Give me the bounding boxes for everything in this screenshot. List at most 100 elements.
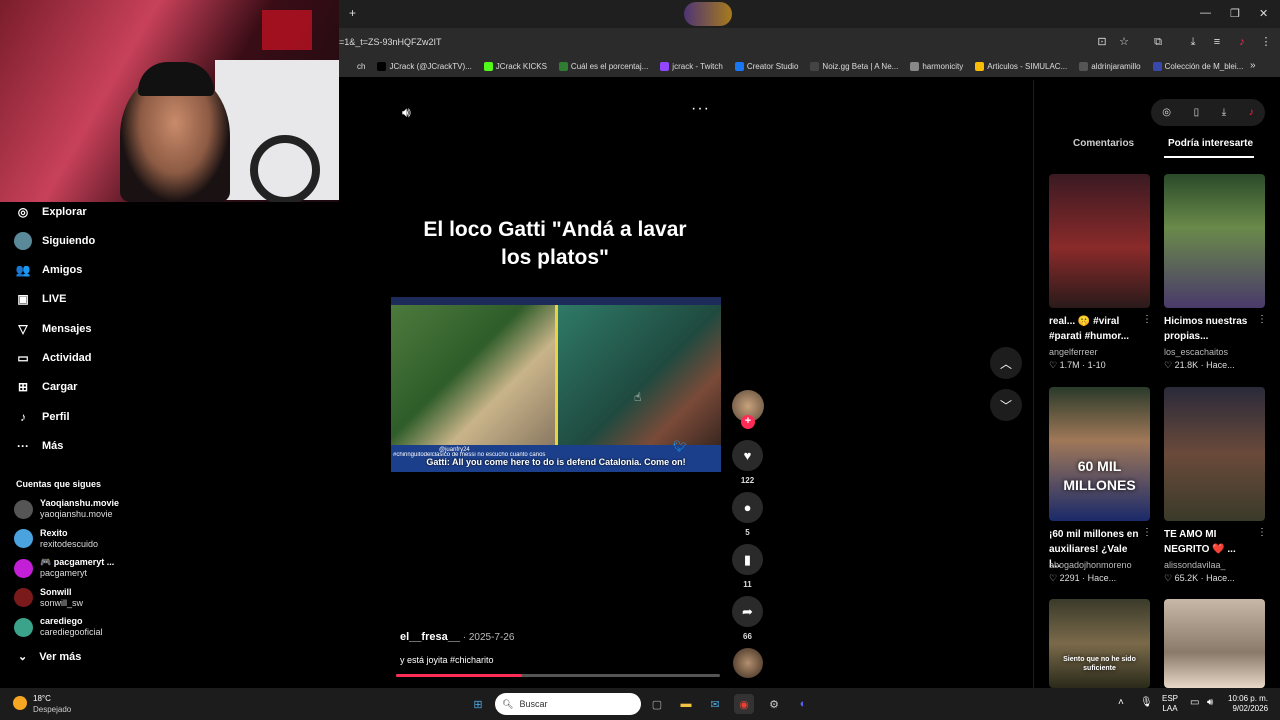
url-text[interactable]: =1&_t=ZS-93nHQFZw2IT — [339, 37, 442, 47]
recommended-title[interactable]: TE AMO MI NEGRITO ❤️ ... — [1164, 527, 1254, 557]
app-icon[interactable]: ⚙ — [764, 694, 784, 714]
recommended-thumbnail[interactable] — [1164, 599, 1265, 688]
tray-chevron-icon[interactable]: ˄ — [1118, 697, 1124, 708]
bookmark-label: jcrack - Twitch — [672, 62, 723, 71]
browser-menu-icon[interactable]: ⋮ — [1258, 34, 1274, 50]
bookmark-item[interactable]: aldrinjaramillo — [1073, 62, 1146, 71]
video-author[interactable]: el__fresa__ · 2025-7-26 — [400, 631, 514, 643]
author-name[interactable]: el__fresa__ — [400, 631, 460, 643]
sidebar-item-perfil[interactable]: ♪ Perfil — [14, 408, 70, 426]
recommended-thumbnail[interactable] — [1164, 174, 1265, 308]
discord-icon[interactable]: ◐ — [793, 694, 813, 714]
new-tab-button[interactable]: + — [349, 6, 356, 20]
microphone-icon[interactable]: 🎙︎ — [1140, 697, 1153, 708]
bookmark-item[interactable]: Noiz.gg Beta | A Ne... — [804, 62, 904, 71]
comment-button[interactable]: ● — [732, 492, 763, 523]
sidebar-item-mensajes[interactable]: ▽ Mensajes — [14, 320, 91, 338]
network-icon[interactable]: ▭ — [1190, 697, 1199, 708]
sidebar-item-actividad[interactable]: ▭ Actividad — [14, 349, 91, 367]
next-video-button[interactable]: ﹀ — [990, 389, 1022, 421]
install-app-icon[interactable]: ⊡ — [1094, 34, 1110, 50]
download-icon[interactable]: ⤓ — [1185, 34, 1201, 50]
recommended-thumbnail[interactable]: Siento que no he sido suficiente — [1049, 599, 1150, 688]
tiktok-icon[interactable]: ♪ — [1249, 107, 1254, 118]
phone-icon[interactable]: ▯ — [1194, 107, 1200, 118]
recommended-thumbnail[interactable] — [1049, 174, 1150, 308]
save-button[interactable]: ▮ — [732, 544, 763, 575]
address-bar[interactable] — [339, 28, 1280, 56]
bookmark-item[interactable]: Creator Studio — [729, 62, 805, 71]
bookmark-item[interactable]: harmonicity — [904, 62, 969, 71]
followed-account[interactable]: Sonwill sonwill_sw — [14, 587, 83, 609]
recommended-title[interactable]: Hicimos nuestras propias... — [1164, 314, 1254, 344]
sidebar-item-cargar[interactable]: ⊞ Cargar — [14, 378, 78, 396]
tab-thumbnail[interactable] — [684, 2, 732, 26]
bookmark-item[interactable]: Articulos - SIMULAC... — [969, 62, 1073, 71]
see-more-button[interactable]: ⌄ Ver más — [18, 650, 82, 664]
recommended-author[interactable]: abogadojhonmoreno — [1049, 560, 1132, 570]
tiktok-extension-icon[interactable]: ♪ — [1234, 34, 1250, 50]
card-more-icon[interactable]: ⋮ — [1142, 314, 1152, 325]
media-control-icon[interactable]: ≡ — [1209, 34, 1225, 50]
bookmarks-overflow-icon[interactable]: » — [1250, 60, 1256, 71]
download-icon[interactable]: ⤓ — [1222, 107, 1226, 118]
recommended-author[interactable]: angelferreer — [1049, 347, 1098, 357]
profile-icon: ♪ — [20, 410, 26, 424]
recommended-title[interactable]: real... 🤫 #viral #parati #humor... — [1049, 314, 1139, 344]
bookmark-item[interactable]: Cuál es el porcentaj... — [553, 62, 654, 71]
recommended-thumbnail[interactable]: 60 MIL MILLONES — [1049, 387, 1150, 521]
followed-account[interactable]: Yaoqianshu.movie yaoqianshu.movie — [14, 498, 119, 520]
heart-icon: ♡ — [1049, 360, 1060, 370]
like-button[interactable]: ♥ — [732, 440, 763, 471]
tab-recommended[interactable]: Podría interesarte — [1168, 138, 1253, 149]
bookmark-item[interactable]: JCrack KICKS — [478, 62, 553, 71]
follow-plus-button[interactable]: + — [741, 415, 755, 429]
close-icon[interactable]: ✕ — [1259, 7, 1268, 20]
sidebar-item-más[interactable]: ··· Más — [14, 437, 63, 455]
sidebar-item-explorar[interactable]: ◎ Explorar — [14, 203, 87, 221]
language-indicator[interactable]: ESP LAA — [1162, 694, 1178, 714]
post-age: Hace... — [1206, 360, 1235, 370]
restore-icon[interactable]: ❐ — [1230, 7, 1240, 20]
followed-account[interactable]: 🎮 pacgameryt ... pacgameryt — [14, 557, 114, 579]
mail-icon[interactable]: ✉ — [705, 694, 725, 714]
sidebar-item-siguiendo[interactable]: ● Siguiendo — [14, 232, 95, 250]
card-more-icon[interactable]: ⋮ — [1142, 527, 1152, 538]
sidebar-item-amigos[interactable]: 👥 Amigos — [14, 261, 83, 279]
sidebar-item-live[interactable]: ▣ LIVE — [14, 290, 66, 308]
weather-icon[interactable] — [13, 696, 27, 710]
music-disc[interactable] — [733, 648, 763, 678]
file-explorer-icon[interactable]: ▬ — [676, 694, 696, 714]
bookmark-star-icon[interactable]: ☆ — [1116, 34, 1132, 50]
bookmark-item[interactable]: ch — [339, 62, 371, 71]
previous-video-button[interactable]: ︿ — [990, 347, 1022, 379]
card-more-icon[interactable]: ⋮ — [1257, 314, 1267, 325]
bookmark-item[interactable]: Colección de M_blei... — [1147, 62, 1250, 71]
bookmark-item[interactable]: JCrack (@JCrackTV)... — [371, 62, 477, 71]
weather-temperature[interactable]: 18°C — [33, 694, 51, 703]
recommended-thumbnail[interactable] — [1164, 387, 1265, 521]
taskbar-search[interactable]: 🔍︎ Buscar — [495, 693, 641, 715]
compass-icon[interactable]: ◎ — [1162, 107, 1171, 118]
sound-icon[interactable]: 🔊︎ — [402, 104, 411, 121]
bookmark-item[interactable]: jcrack - Twitch — [654, 62, 729, 71]
start-icon[interactable]: ⊞ — [468, 694, 488, 714]
minimize-icon[interactable]: — — [1200, 7, 1211, 19]
followed-account[interactable]: carediego carediegooficial — [14, 616, 103, 638]
weather-description[interactable]: Despejado — [33, 705, 71, 714]
task-view-icon[interactable]: ▢ — [647, 694, 667, 714]
video-more-icon[interactable]: ··· — [691, 100, 710, 118]
followed-account[interactable]: Rexito rexitodescuido — [14, 528, 98, 550]
chrome-icon[interactable]: ◉ — [734, 694, 754, 714]
account-handle: pacgameryt — [40, 568, 88, 578]
extensions-icon[interactable]: ⧉ — [1150, 34, 1166, 50]
recommended-author[interactable]: alissondavilaa_ — [1164, 560, 1226, 570]
tab-comments[interactable]: Comentarios — [1073, 138, 1134, 149]
card-more-icon[interactable]: ⋮ — [1257, 527, 1267, 538]
see-more-label: Ver más — [39, 650, 82, 663]
system-clock[interactable]: 10:06 p. m. 9/02/2026 — [1228, 694, 1268, 714]
share-button[interactable]: ➦ — [732, 596, 763, 627]
volume-icon[interactable]: 🔊︎ — [1207, 697, 1213, 708]
video-clip[interactable]: @juanfry24 Gatti: All you come here to d… — [391, 297, 721, 472]
recommended-author[interactable]: los_escachaitos — [1164, 347, 1228, 357]
